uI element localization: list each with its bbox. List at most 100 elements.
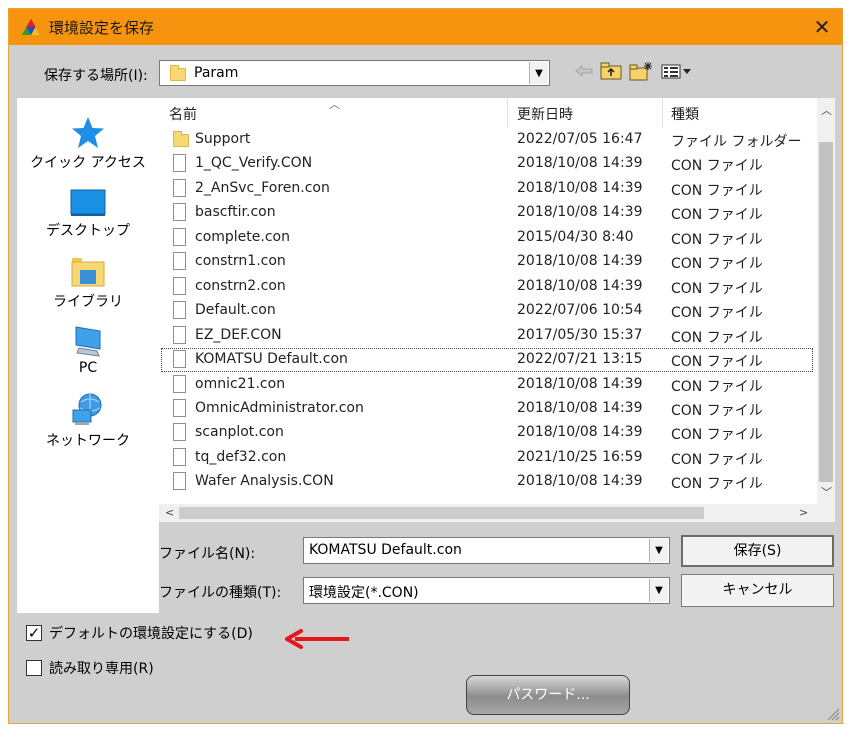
column-divider[interactable] bbox=[662, 98, 663, 128]
filename-label: ファイル名(N): bbox=[159, 546, 256, 562]
file-row[interactable]: Default.con 2022/07/06 10:54 CON ファイル bbox=[161, 299, 813, 323]
file-date: 2018/10/08 14:39 bbox=[517, 424, 643, 441]
file-date: 2021/10/25 16:59 bbox=[517, 448, 643, 465]
cancel-button[interactable]: キャンセル bbox=[681, 574, 834, 607]
readonly-checkbox[interactable] bbox=[26, 660, 42, 676]
folder-row[interactable]: Support 2022/07/05 16:47 ファイル フォルダー bbox=[161, 128, 813, 152]
file-name: scanplot.con bbox=[195, 424, 284, 441]
folder-icon bbox=[170, 65, 186, 81]
back-arrow-icon bbox=[575, 65, 593, 77]
place-quick-access[interactable]: クイック アクセス bbox=[17, 116, 159, 172]
close-button[interactable]: ✕ bbox=[808, 13, 836, 41]
password-button[interactable]: パスワード... bbox=[466, 675, 630, 715]
file-date: 2018/10/08 14:39 bbox=[517, 253, 643, 270]
horizontal-scrollbar[interactable]: < > bbox=[159, 504, 835, 522]
file-name: KOMATSU Default.con bbox=[195, 351, 348, 368]
desktop-icon bbox=[70, 189, 106, 216]
chevron-down-icon[interactable]: ▼ bbox=[649, 539, 668, 562]
file-row[interactable]: 1_QC_Verify.CON 2018/10/08 14:39 CON ファイル bbox=[161, 152, 813, 176]
chevron-down-icon[interactable]: ▼ bbox=[649, 579, 668, 602]
file-row[interactable]: OmnicAdministrator.con 2018/10/08 14:39 CO… bbox=[161, 397, 813, 421]
file-date: 2018/10/08 14:39 bbox=[517, 179, 643, 196]
chevron-down-icon[interactable]: ▼ bbox=[529, 62, 548, 84]
up-folder-icon bbox=[600, 62, 622, 80]
file-name: bascftir.con bbox=[195, 204, 276, 221]
file-type: CON ファイル bbox=[671, 182, 763, 199]
file-row[interactable]: tq_def32.con 2021/10/25 16:59 CON ファイル bbox=[161, 446, 813, 470]
filename-value: KOMATSU Default.con bbox=[309, 542, 462, 558]
column-header-date[interactable]: 更新日時 bbox=[517, 98, 573, 128]
up-folder-button[interactable] bbox=[599, 60, 623, 82]
scroll-up-icon[interactable]: ︿ bbox=[821, 102, 832, 118]
file-row[interactable]: EZ_DEF.CON 2017/05/30 15:37 CON ファイル bbox=[161, 324, 813, 348]
pc-icon bbox=[75, 326, 101, 357]
file-type: CON ファイル bbox=[671, 476, 763, 493]
file-row[interactable]: constrn1.con 2018/10/08 14:39 CON ファイル bbox=[161, 250, 813, 274]
column-divider[interactable] bbox=[507, 98, 508, 128]
app-triangle-icon bbox=[22, 19, 40, 35]
place-label: ライブラリ bbox=[53, 294, 123, 310]
annotation-arrow-icon bbox=[285, 629, 349, 649]
place-desktop[interactable]: デスクトップ bbox=[17, 188, 159, 240]
new-folder-icon bbox=[629, 62, 652, 81]
file-row[interactable]: Wafer Analysis.CON 2018/10/08 14:39 CON ファ… bbox=[161, 470, 813, 494]
document-icon bbox=[173, 350, 186, 369]
save-location-dropdown[interactable]: Param ▼ bbox=[159, 60, 550, 86]
vertical-scrollbar[interactable]: ︿ ﹀ bbox=[817, 98, 835, 504]
column-header-name[interactable]: 名前 bbox=[169, 98, 197, 128]
save-button[interactable]: 保存(S) bbox=[681, 535, 834, 567]
resize-grip-icon[interactable] bbox=[826, 707, 840, 721]
file-name: Wafer Analysis.CON bbox=[195, 473, 334, 490]
document-icon bbox=[173, 398, 186, 417]
column-header-type[interactable]: 種類 bbox=[671, 98, 699, 128]
sort-ascending-icon: ︿ bbox=[329, 98, 340, 111]
file-row[interactable]: constrn2.con 2018/10/08 14:39 CON ファイル bbox=[161, 275, 813, 299]
place-network[interactable]: ネットワーク bbox=[17, 392, 159, 450]
view-menu-button[interactable] bbox=[659, 60, 695, 82]
filetype-dropdown[interactable]: 環境設定(*.CON) ▼ bbox=[303, 577, 670, 604]
file-name: constrn1.con bbox=[195, 253, 286, 270]
file-list[interactable]: ︿ 名前 更新日時 種類 Support 2022/07/05 16:47 ファイル… bbox=[159, 98, 835, 522]
scroll-right-icon[interactable]: > bbox=[799, 506, 808, 519]
file-name: Default.con bbox=[195, 302, 276, 319]
default-settings-label[interactable]: デフォルトの環境設定にする(D) bbox=[49, 623, 253, 643]
place-label: クイック アクセス bbox=[30, 155, 146, 171]
title-bar[interactable]: 環境設定を保存 ✕ bbox=[9, 9, 842, 45]
file-date: 2018/10/08 14:39 bbox=[517, 473, 643, 490]
file-name: constrn2.con bbox=[195, 277, 286, 294]
new-folder-button[interactable] bbox=[628, 60, 654, 82]
save-settings-dialog: 環境設定を保存 ✕ 保存する場所(I): Param ▼ クイック アクセス デ… bbox=[8, 8, 843, 724]
file-name: OmnicAdministrator.con bbox=[195, 399, 364, 416]
scroll-down-icon[interactable]: ﹀ bbox=[821, 484, 832, 500]
file-date: 2018/10/08 14:39 bbox=[517, 375, 643, 392]
file-type: CON ファイル bbox=[671, 378, 763, 395]
save-location-value: Param bbox=[194, 65, 239, 81]
horizontal-scroll-thumb[interactable] bbox=[179, 507, 704, 519]
file-row[interactable]: omnic21.con 2018/10/08 14:39 CON ファイル bbox=[161, 373, 813, 397]
readonly-label[interactable]: 読み取り専用(R) bbox=[49, 658, 154, 678]
file-row[interactable]: KOMATSU Default.con 2022/07/21 13:15 CON フ… bbox=[161, 348, 813, 373]
place-pc[interactable]: PC bbox=[17, 324, 159, 376]
back-button[interactable] bbox=[573, 60, 595, 82]
file-type: CON ファイル bbox=[671, 354, 763, 371]
file-row[interactable]: complete.con 2015/04/30 8:40 CON ファイル bbox=[161, 226, 813, 250]
file-row[interactable]: 2_AnSvc_Foren.con 2018/10/08 14:39 CON ファイ… bbox=[161, 177, 813, 201]
file-date: 2022/07/05 16:47 bbox=[517, 131, 643, 147]
document-icon bbox=[173, 472, 186, 491]
filename-input[interactable]: KOMATSU Default.con ▼ bbox=[303, 537, 670, 564]
file-row[interactable]: bascftir.con 2018/10/08 14:39 CON ファイル bbox=[161, 201, 813, 225]
file-name: EZ_DEF.CON bbox=[195, 326, 282, 343]
view-grid-icon bbox=[661, 64, 691, 79]
default-settings-checkbox[interactable]: ✓ bbox=[26, 625, 42, 641]
place-library[interactable]: ライブラリ bbox=[17, 255, 159, 311]
file-type: CON ファイル bbox=[671, 207, 763, 224]
file-name: complete.con bbox=[195, 228, 290, 245]
filetype-value: 環境設定(*.CON) bbox=[309, 585, 419, 601]
document-icon bbox=[173, 301, 186, 320]
vertical-scroll-thumb[interactable] bbox=[819, 142, 833, 482]
document-icon bbox=[173, 276, 186, 295]
star-icon bbox=[72, 117, 104, 148]
file-row[interactable]: scanplot.con 2018/10/08 14:39 CON ファイル bbox=[161, 421, 813, 445]
file-type: CON ファイル bbox=[671, 158, 763, 175]
scroll-left-icon[interactable]: < bbox=[165, 506, 174, 519]
